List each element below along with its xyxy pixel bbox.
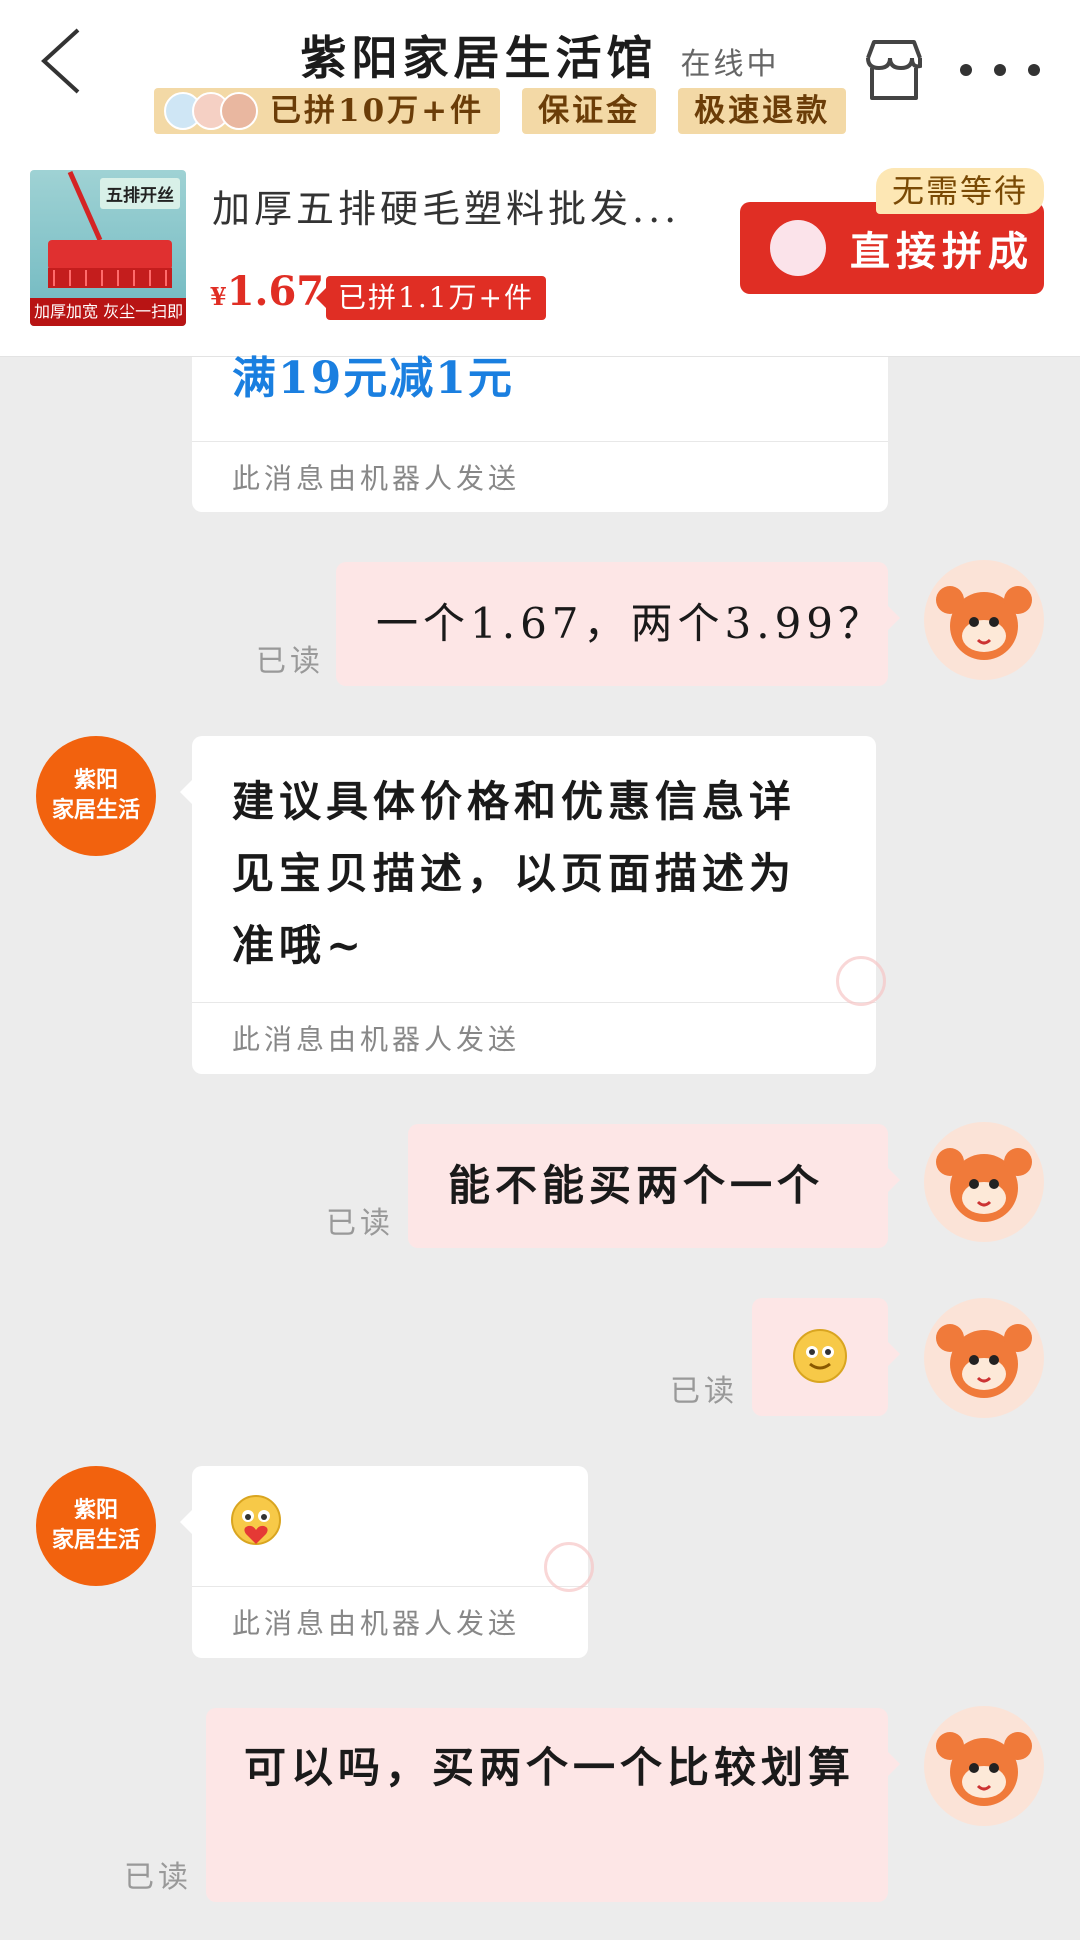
shop-title[interactable]: 紫阳家居生活馆 bbox=[300, 31, 657, 85]
product-title[interactable]: 加厚五排硬毛塑料批发... bbox=[212, 178, 712, 233]
message-text: 可以吗，买两个一个比较划算 bbox=[244, 1743, 856, 1792]
user-avatar[interactable] bbox=[924, 560, 1044, 680]
message-text: 一个1.67，两个3.99？ bbox=[376, 599, 886, 648]
crab-avatar-icon bbox=[936, 1732, 1032, 1806]
crab-avatar-icon bbox=[936, 586, 1032, 660]
read-receipt: 已读 bbox=[670, 1374, 738, 1409]
more-menu-icon[interactable] bbox=[960, 58, 1040, 82]
shop-message[interactable]: 建议具体价格和优惠信息详见宝贝描述，以页面描述为准哦~ 此消息由机器人发送 bbox=[180, 736, 886, 1074]
join-avatar bbox=[770, 220, 826, 276]
product-price: ¥1.67 bbox=[210, 268, 325, 315]
message-text: 能不能买两个一个 bbox=[448, 1161, 825, 1210]
badge-deposit: 保证金 bbox=[522, 88, 657, 134]
buyer-avatars bbox=[164, 92, 258, 130]
badge-sold-label: 已拼10万+件 bbox=[270, 93, 485, 129]
user-avatar[interactable] bbox=[924, 1298, 1044, 1418]
user-avatar[interactable] bbox=[924, 1706, 1044, 1826]
thumb-tag: 五排开丝 bbox=[100, 178, 180, 209]
sold-count-tag: 已拼1.1万+件 bbox=[316, 276, 546, 320]
promo-text: 满19元减1元 bbox=[232, 353, 514, 404]
thumb-footer: 加厚加宽 灰尘一扫即净 bbox=[30, 298, 186, 326]
robot-note: 此消息由机器人发送 bbox=[232, 462, 521, 495]
shop-avatar[interactable]: 紫阳 家居生活 bbox=[36, 736, 156, 856]
store-icon[interactable] bbox=[860, 36, 928, 104]
robot-note: 此消息由机器人发送 bbox=[232, 1023, 521, 1056]
shop-badges: 已拼10万+件 保证金 极速退款 bbox=[154, 88, 847, 134]
shop-emoji-message[interactable]: 此消息由机器人发送 bbox=[180, 1466, 594, 1658]
badge-fast-refund: 极速退款 bbox=[678, 88, 847, 134]
promo-message: 满19元减1元 此消息由机器人发送 bbox=[192, 357, 888, 512]
robot-note: 此消息由机器人发送 bbox=[232, 1607, 521, 1640]
chat-header: 紫阳家居生活馆 在线中 已拼10万+件 保证金 极速退款 五排开丝 加厚加宽 灰… bbox=[0, 0, 1080, 357]
user-message[interactable]: 一个1.67，两个3.99？ bbox=[336, 562, 900, 686]
read-receipt: 已读 bbox=[124, 1860, 192, 1895]
no-wait-badge: 无需等待 bbox=[876, 168, 1045, 214]
product-thumbnail[interactable]: 五排开丝 加厚加宽 灰尘一扫即净 bbox=[30, 170, 186, 326]
read-receipt: 已读 bbox=[326, 1206, 394, 1241]
user-emoji-message[interactable] bbox=[752, 1298, 900, 1416]
read-receipt: 已读 bbox=[256, 644, 324, 679]
smile-emoji-icon bbox=[793, 1329, 847, 1383]
watermark-icon bbox=[836, 956, 886, 1006]
crab-avatar-icon bbox=[936, 1324, 1032, 1398]
badge-sold: 已拼10万+件 bbox=[154, 88, 501, 134]
join-group-button[interactable]: 直接拼成 bbox=[740, 202, 1044, 294]
user-avatar[interactable] bbox=[924, 1122, 1044, 1242]
watermark-icon bbox=[544, 1542, 594, 1592]
user-message[interactable]: 能不能买两个一个 bbox=[408, 1124, 900, 1248]
heart-hug-emoji-icon bbox=[231, 1495, 281, 1545]
online-status: 在线中 bbox=[680, 47, 780, 82]
message-text: 建议具体价格和优惠信息详见宝贝描述，以页面描述为准哦~ bbox=[232, 777, 797, 970]
shop-avatar[interactable]: 紫阳 家居生活 bbox=[36, 1466, 156, 1586]
crab-avatar-icon bbox=[936, 1148, 1032, 1222]
user-message[interactable]: 可以吗，买两个一个比较划算 bbox=[206, 1708, 900, 1902]
